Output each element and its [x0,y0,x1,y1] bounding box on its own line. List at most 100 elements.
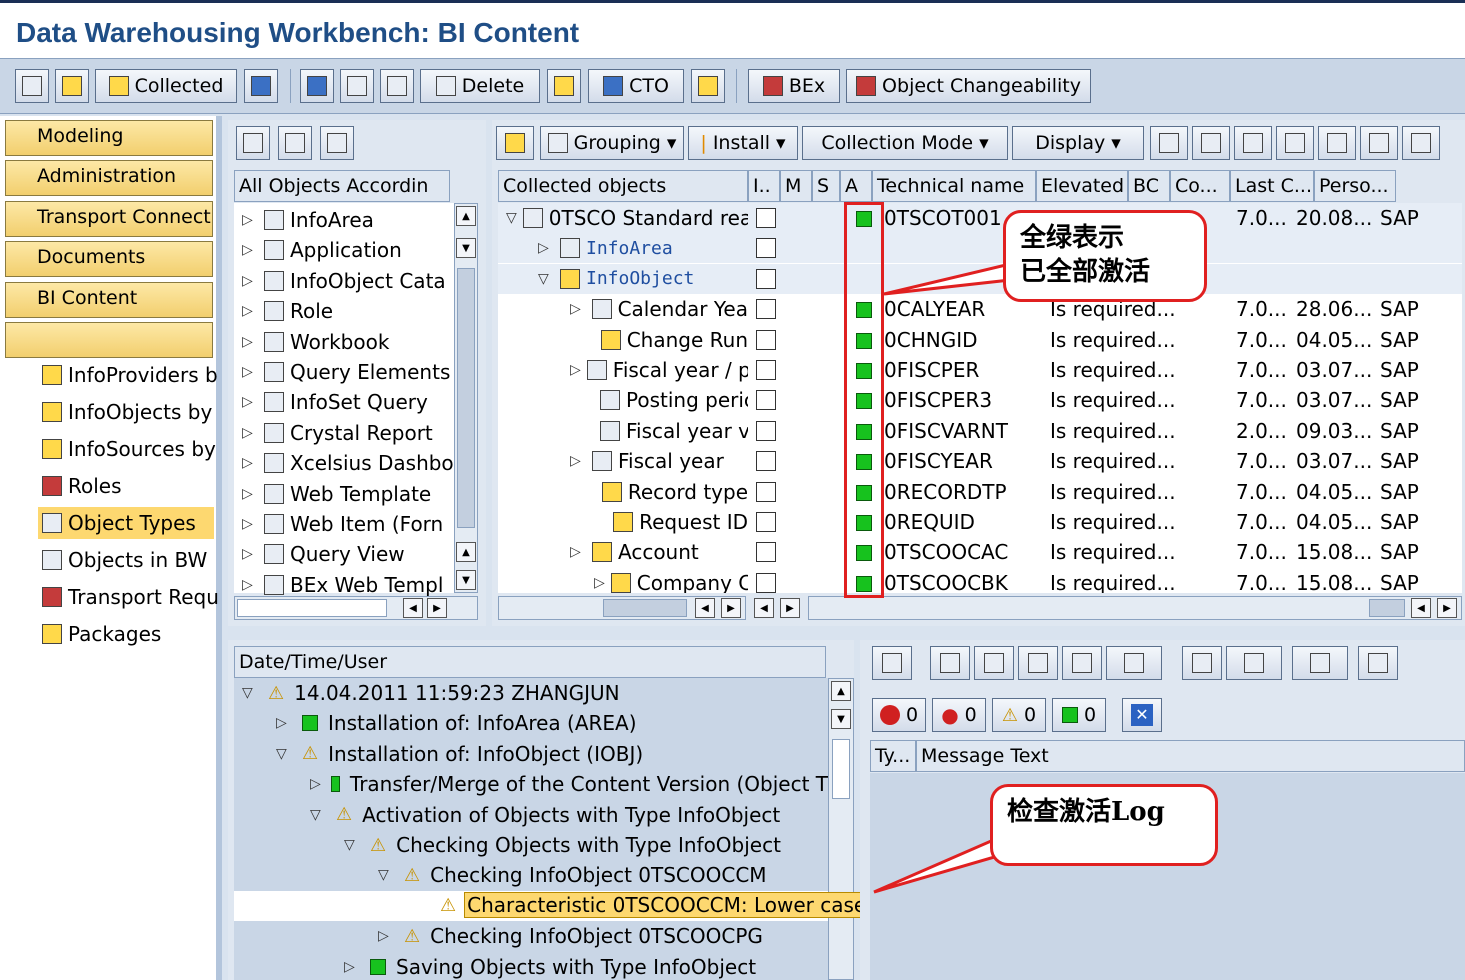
object-name-cell[interactable]: ▷ Account [570,537,748,567]
expand-arrow-icon[interactable]: ▷ [242,273,258,289]
checkbox[interactable] [756,299,776,320]
table-row[interactable]: ▷ Fiscal year / p 0FISCPER Is required... 7.… [498,355,1462,385]
tree-item[interactable]: ▷ Application [242,235,454,265]
views-button[interactable] [1226,646,1282,680]
install-button[interactable]: | Install ▾ [688,126,798,160]
install-checkbox[interactable] [756,390,776,415]
layout-button[interactable] [1182,646,1222,680]
table-row[interactable]: ▽ 0TSCO Standard rea 0TSCOT001 7.0... 20.08.… [498,203,1462,233]
scroll-left-icon[interactable]: ◀ [403,598,423,618]
scroll-thumb[interactable] [832,739,850,799]
expand-arrow-icon[interactable]: ▷ [310,776,321,792]
ok-filter-button[interactable]: 0 [1052,698,1106,732]
object-name-cell[interactable]: ▷ Calendar Yea [570,294,748,324]
table-row[interactable]: Fiscal year va 0FISCVARNT Is required... 2.… [498,416,1462,446]
scroll-down-icon[interactable]: ▼ [456,570,476,590]
display-button[interactable] [340,69,374,103]
object-name-cell[interactable]: ▷ InfoArea [538,233,748,263]
install-checkbox[interactable] [756,542,776,567]
objects-button[interactable] [244,69,278,103]
grid-button[interactable] [1358,646,1398,680]
install-checkbox[interactable] [756,208,776,233]
tree-item[interactable]: ▷ Query Elements [242,357,454,387]
export-log-button[interactable] [1292,646,1348,680]
column-header[interactable]: BC [1128,170,1170,202]
nav-transport-connect[interactable]: Transport Connect [5,201,213,237]
tree-item[interactable]: ▷ InfoArea [242,205,454,235]
msg-col-type[interactable]: Ty... [870,740,916,772]
table-row[interactable]: Posting peric 0FISCPER3 Is required... 7.0.… [498,385,1462,415]
object-name-cell[interactable]: ▷ Fiscal year / p [570,355,748,385]
nav-item-roles[interactable]: Roles [42,470,218,502]
install-checkbox[interactable] [756,512,776,537]
objects-tree-header[interactable]: All Objects Accordin [234,170,450,202]
scroll-thumb[interactable] [457,268,475,528]
expand-arrow-icon[interactable]: ▽ [310,807,326,823]
nav-bi-content[interactable]: BI Content [5,282,213,318]
scroll-up-icon[interactable]: ▲ [456,542,476,562]
hierarchy-button[interactable] [55,69,89,103]
tree-item[interactable]: ▷ Role [242,296,454,326]
object-name-cell[interactable]: ▷ Company Co [594,568,748,593]
checkbox[interactable] [756,208,776,228]
scroll-thumb[interactable] [603,599,687,617]
object-name-cell[interactable]: Change Run [594,325,748,355]
delete-button[interactable]: Delete [420,69,540,103]
msg-col-text[interactable]: Message Text [916,740,1465,772]
expand-arrow-icon[interactable]: ▷ [242,425,258,441]
nav-item-infoproviders[interactable]: InfoProviders b [42,359,218,391]
tree-item[interactable]: ▷ InfoSet Query [242,387,454,417]
edit-button[interactable] [380,69,414,103]
object-name-cell[interactable]: Record type [594,477,748,507]
nav-modeling[interactable]: Modeling [5,120,213,156]
column-header[interactable]: M [780,170,812,202]
filter-log-button[interactable] [974,646,1014,680]
display-menu-button[interactable]: Display ▾ [1012,126,1144,160]
details-button[interactable] [872,646,912,680]
log-node[interactable]: ▷ Transfer/Merge of the Content Version (… [310,769,828,799]
expand-arrow-icon[interactable]: ▷ [570,453,586,469]
scroll-down-icon[interactable]: ▼ [456,238,476,258]
nav-documents[interactable]: Documents [5,241,213,277]
error-filter-button[interactable]: ● 0 [932,698,986,732]
find-button[interactable] [1150,126,1188,160]
scroll-left-icon[interactable]: ◀ [1411,598,1431,618]
expand-arrow-icon[interactable]: ▷ [242,455,258,471]
object-name-cell[interactable]: Request ID [594,507,748,537]
log-node[interactable]: ▽ ⚠ Checking InfoObject 0TSCOOCCM [378,860,828,890]
scroll-right-icon[interactable]: ▶ [1437,598,1457,618]
column-header[interactable]: Collected objects [498,170,748,202]
scroll-right-icon[interactable]: ▶ [780,598,800,618]
scroll-up-icon[interactable]: ▲ [831,681,851,701]
scroll-right-icon[interactable]: ▶ [721,598,741,618]
log-node[interactable]: ▽ ⚠ 14.04.2011 11:59:23 ZHANGJUN [242,678,828,708]
scroll-right-icon[interactable]: ▶ [427,598,447,618]
log-node[interactable]: ▽ ⚠ Installation of: InfoObject (IOBJ) [276,739,828,769]
object-name-cell[interactable]: ▽ InfoObject [538,264,748,294]
infoobject-button[interactable] [547,69,581,103]
expand-arrow-icon[interactable]: ▷ [276,715,292,731]
close-object-button[interactable] [691,69,725,103]
log-node[interactable]: ▷ ⚠ Checking InfoObject 0TSCOOCPG [378,921,828,951]
cto-button[interactable]: CTO [588,69,684,103]
expand-arrow-icon[interactable]: ▷ [242,577,258,593]
object-name-cell[interactable]: ▷ Fiscal year [570,446,748,476]
tree-item[interactable]: ▷ Web Template [242,479,454,509]
expand-arrow-icon[interactable]: ▷ [242,394,258,410]
expand-arrow-icon[interactable]: ▷ [242,516,258,532]
collected-hscroll-1[interactable]: ◀ ▶ [498,596,746,620]
tree-item[interactable]: ▷ Workbook [242,327,454,357]
expand-arrow-icon[interactable]: ▷ [570,362,581,378]
install-checkbox[interactable] [756,572,776,593]
checkbox[interactable] [756,329,776,350]
scroll-up-icon[interactable]: ▲ [456,206,476,226]
print-button[interactable] [1276,126,1314,160]
nav-item-objects-in-bw[interactable]: Objects in BW [42,544,218,576]
objects-tree-scrollbar[interactable]: ▲ ▼ ▲ ▼ [454,203,478,593]
tree-find-next-button[interactable] [320,126,354,160]
expand-arrow-icon[interactable]: ▷ [242,212,258,228]
filter-button[interactable] [1360,126,1398,160]
warning-filter-button[interactable]: ⚠ 0 [992,698,1046,732]
tree-item[interactable]: ▷ Xcelsius Dashbo [242,448,454,478]
scroll-down-icon[interactable]: ▼ [831,709,851,729]
